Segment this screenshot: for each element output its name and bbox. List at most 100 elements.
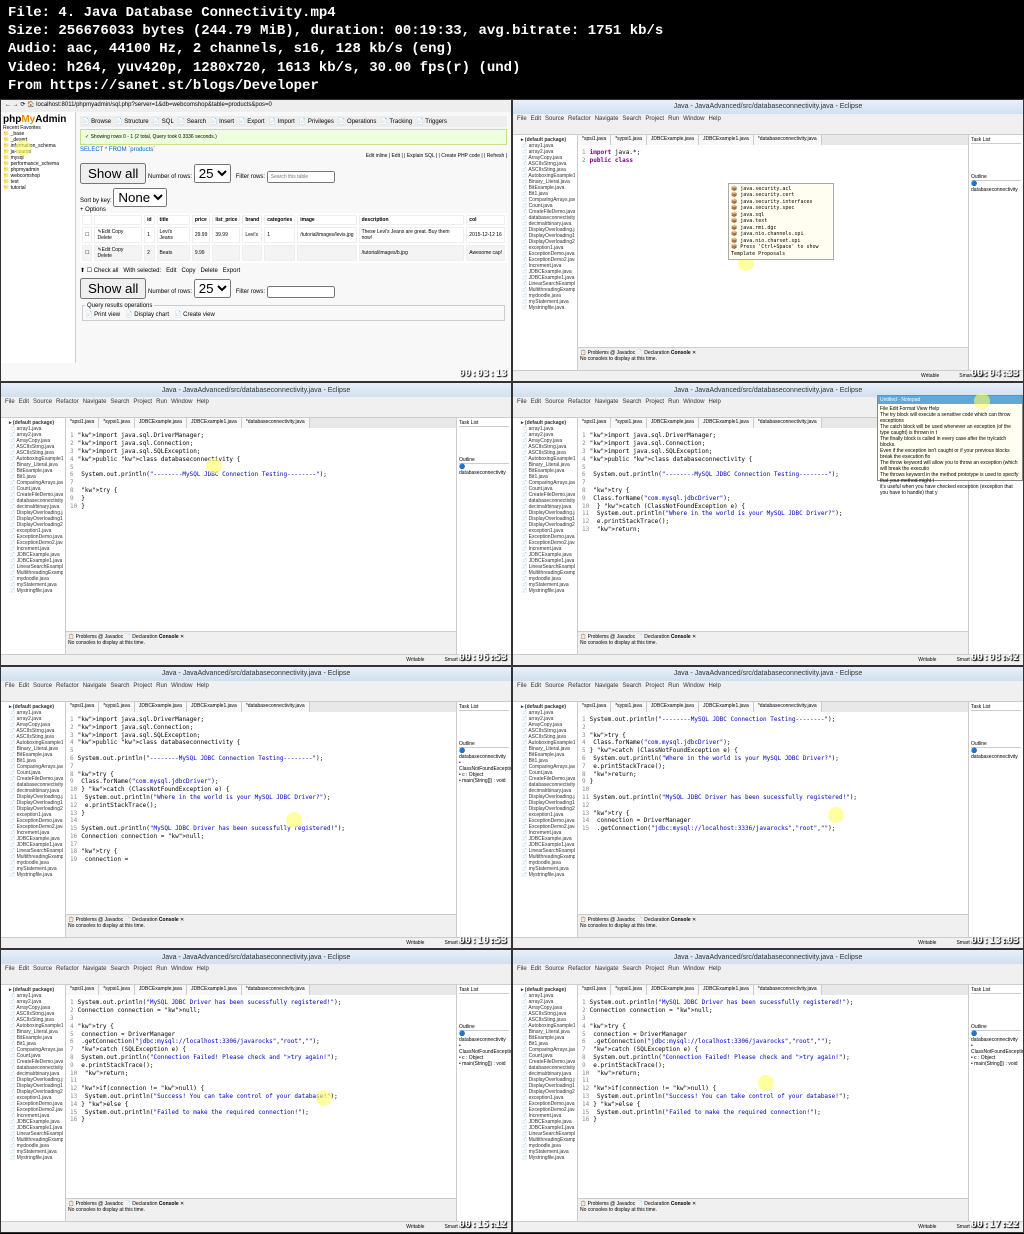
tree-item[interactable]: 📄 Mystringfile.java [515, 305, 575, 311]
package-explorer[interactable]: ▸ (default package)📄 array1.java📄 array2… [1, 418, 66, 654]
menu-item[interactable]: Window [683, 116, 704, 122]
menu-item[interactable]: Refactor [56, 683, 79, 689]
console-panel[interactable]: 📋 Problems @ Javadoc 📄 Declaration Conso… [66, 631, 456, 654]
tab[interactable]: *spsi1.java [66, 985, 99, 995]
menu-item[interactable]: Navigate [595, 966, 619, 972]
menu-item[interactable]: Window [171, 399, 192, 405]
console-panel[interactable]: 📋 Problems @ Javadoc 📄 Declaration Conso… [578, 914, 968, 937]
menu-item[interactable]: Window [171, 966, 192, 972]
tab[interactable]: JDBCExample.java [647, 985, 699, 995]
console-panel[interactable]: 📋 Problems @ Javadoc 📄 Declaration Conso… [578, 347, 968, 370]
menu-bar[interactable]: FileEditSourceRefactorNavigateSearchProj… [1, 681, 511, 691]
menu-item[interactable]: Project [133, 683, 152, 689]
menu-item[interactable]: Window [683, 399, 704, 405]
console-panel[interactable]: 📋 Problems @ Javadoc 📄 Declaration Conso… [578, 631, 968, 654]
tab[interactable]: *spsi1.java [578, 702, 611, 712]
menu-item[interactable]: Search [622, 683, 641, 689]
menu-item[interactable]: Refactor [56, 399, 79, 405]
menu-item[interactable]: Run [668, 116, 679, 122]
col-header[interactable]: col [466, 215, 505, 225]
menu-item[interactable]: Search [110, 966, 129, 972]
console-panel[interactable]: 📋 Problems @ Javadoc 📄 Declaration Conso… [66, 1198, 456, 1221]
tab[interactable]: JDBCExample1.java [187, 418, 242, 428]
menu-bar[interactable]: FileEditSourceRefactorNavigateSearchProj… [513, 964, 1023, 974]
tab[interactable]: *databaseconnectivity.java [754, 985, 822, 995]
menu-item[interactable]: Help [196, 683, 208, 689]
editor-tabs[interactable]: *spsi1.java*sypsi1.javaJDBCExample.javaJ… [578, 702, 968, 712]
toolbar[interactable] [1, 974, 511, 985]
tree-item[interactable]: 📄 Mystringfile.java [3, 872, 63, 878]
menu-item[interactable]: Help [196, 966, 208, 972]
menu-item[interactable]: File [5, 966, 15, 972]
col-header[interactable]: title [157, 215, 190, 225]
tab[interactable]: *spsi1.java [578, 135, 611, 145]
qr-action[interactable]: 📄 Print view [85, 312, 120, 318]
menu-item[interactable]: Navigate [595, 116, 619, 122]
package-explorer[interactable]: ▸ (default package)📄 array1.java📄 array2… [513, 985, 578, 1221]
pma-tab[interactable]: 📄 Triggers [416, 118, 447, 125]
menu-item[interactable]: Search [622, 399, 641, 405]
menu-item[interactable]: Edit [19, 683, 29, 689]
qr-action[interactable]: 📄 Create view [174, 312, 215, 318]
tab[interactable]: *databaseconnectivity.java [754, 702, 822, 712]
menu-item[interactable]: Project [645, 966, 664, 972]
editor-tabs[interactable]: *spsi1.java*sypsi1.javaJDBCExample.javaJ… [66, 418, 456, 428]
sort-row[interactable]: Sort by key: None [80, 188, 507, 207]
menu-item[interactable]: Help [708, 116, 720, 122]
tab[interactable]: JDBCExample1.java [699, 985, 754, 995]
tab[interactable]: *spsi1.java [66, 702, 99, 712]
suggestion-item[interactable]: 📦 Press 'Ctrl+Space' to show Template Pr… [731, 244, 831, 257]
code-editor[interactable]: 1System.out.println("MySQL JDBC Driver h… [66, 995, 456, 1198]
menu-item[interactable]: Source [33, 966, 52, 972]
pma-tab[interactable]: 📄 Search [178, 118, 206, 125]
menu-item[interactable]: Refactor [568, 399, 591, 405]
toolbar[interactable] [513, 124, 1023, 135]
tab[interactable]: JDBCExample1.java [699, 702, 754, 712]
tab[interactable]: JDBCExample.java [135, 985, 187, 995]
menu-item[interactable]: Project [133, 966, 152, 972]
tab[interactable]: *sypsi1.java [99, 702, 135, 712]
menu-item[interactable]: File [517, 116, 527, 122]
menu-item[interactable]: Project [645, 683, 664, 689]
menu-item[interactable]: Source [33, 683, 52, 689]
tab[interactable]: *databaseconnectivity.java [754, 135, 822, 145]
filter-row[interactable]: Show all Number of rows: 25 Filter rows: [80, 163, 507, 184]
col-header[interactable]: price [192, 215, 211, 225]
menu-item[interactable]: Source [545, 399, 564, 405]
tab[interactable]: *sypsi1.java [611, 418, 647, 428]
menu-item[interactable]: Search [622, 966, 641, 972]
tab[interactable]: *databaseconnectivity.java [754, 418, 822, 428]
menu-item[interactable]: Run [156, 966, 167, 972]
tab[interactable]: *spsi1.java [66, 418, 99, 428]
menu-item[interactable]: Edit [531, 399, 541, 405]
tab[interactable]: *sypsi1.java [99, 985, 135, 995]
col-header[interactable]: description [359, 215, 465, 225]
tab[interactable]: *databaseconnectivity.java [242, 702, 310, 712]
bulk-actions[interactable]: ⬆ ☐ Check all With selected: Edit Copy D… [80, 267, 507, 274]
menu-item[interactable]: Source [545, 966, 564, 972]
menu-bar[interactable]: FileEditSourceRefactorNavigateSearchProj… [513, 114, 1023, 124]
tab[interactable]: JDBCExample1.java [699, 135, 754, 145]
code-editor[interactable]: 1import java.*;2public class📦 java.secur… [578, 145, 968, 348]
pma-tab[interactable]: 📄 Operations [338, 118, 377, 125]
menu-item[interactable]: Search [622, 116, 641, 122]
menu-item[interactable]: Run [668, 399, 679, 405]
tab[interactable]: JDBCExample.java [135, 418, 187, 428]
tab[interactable]: JDBCExample1.java [187, 702, 242, 712]
menu-item[interactable]: File [5, 399, 15, 405]
menu-item[interactable]: Help [708, 966, 720, 972]
menu-item[interactable]: Refactor [568, 683, 591, 689]
menu-item[interactable]: Run [156, 399, 167, 405]
menu-item[interactable]: File [5, 683, 15, 689]
menu-item[interactable]: Window [683, 966, 704, 972]
showall-btn2[interactable]: Show all [80, 278, 146, 299]
menu-item[interactable]: Help [708, 683, 720, 689]
tree-item[interactable]: 📄 Mystringfile.java [3, 588, 63, 594]
tab[interactable]: JDBCExample.java [647, 702, 699, 712]
menu-item[interactable]: File [517, 683, 527, 689]
tab[interactable]: JDBCExample.java [647, 418, 699, 428]
package-explorer[interactable]: ▸ (default package)📄 array1.java📄 array2… [513, 418, 578, 654]
query-actions[interactable]: Edit inline | Edit | | Explain SQL | | C… [80, 153, 507, 159]
toolbar[interactable] [1, 407, 511, 418]
menu-item[interactable]: Search [110, 399, 129, 405]
